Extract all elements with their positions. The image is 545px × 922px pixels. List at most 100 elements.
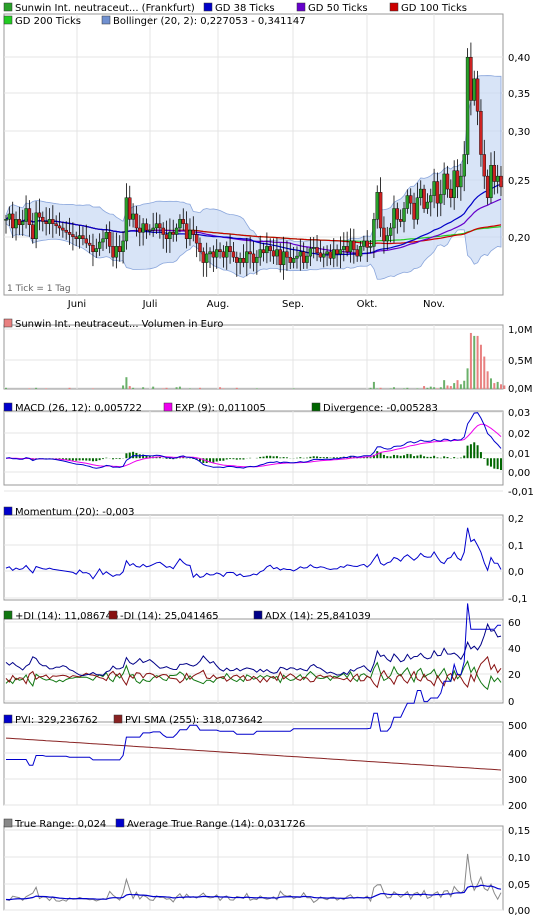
volume-bar xyxy=(376,388,378,389)
candle-body xyxy=(275,250,278,256)
candle-body xyxy=(486,176,489,198)
divergence-bar xyxy=(480,452,482,458)
volume-bar xyxy=(69,388,71,389)
volume-bar xyxy=(390,388,392,389)
y-tick-label: 0,05 xyxy=(508,880,530,891)
volume-bar xyxy=(450,386,452,389)
candle-body xyxy=(5,219,8,220)
candle-body xyxy=(219,250,222,252)
volume-bar xyxy=(222,388,224,389)
legend-label: Momentum (20): -0,003 xyxy=(15,507,134,518)
candle-body xyxy=(369,246,372,247)
divergence-bar xyxy=(470,444,472,458)
candle-body xyxy=(426,202,429,208)
legend-label: GD 100 Ticks xyxy=(401,3,467,14)
candle-body xyxy=(423,189,426,208)
candle-body xyxy=(436,182,439,204)
candle-body xyxy=(88,243,91,245)
y-tick-label: 0,03 xyxy=(508,408,530,419)
candle-body xyxy=(15,219,18,228)
candle-body xyxy=(466,57,469,154)
divergence-bar xyxy=(119,458,121,459)
divergence-bar xyxy=(269,456,271,458)
candle-body xyxy=(229,246,232,251)
candle-body xyxy=(105,232,108,238)
volume-bar xyxy=(406,388,408,389)
legend-label: -DI (14): 25,041465 xyxy=(120,611,219,622)
divergence-bar xyxy=(483,458,485,459)
candle-body xyxy=(51,219,54,223)
y-tick-label: 0,35 xyxy=(508,89,530,100)
divergence-bar xyxy=(323,457,325,458)
candle-body xyxy=(142,224,145,233)
volume-bar xyxy=(477,336,479,389)
candle-body xyxy=(118,246,121,251)
divergence-bar xyxy=(212,458,214,462)
divergence-bar xyxy=(236,458,238,459)
volume-bar xyxy=(179,387,181,389)
legend-swatch xyxy=(204,3,212,11)
volume-bar xyxy=(373,382,375,389)
volume-bar xyxy=(28,388,30,389)
x-tick-label: Juli xyxy=(142,299,158,310)
divergence-bar xyxy=(443,456,445,458)
candle-body xyxy=(58,226,61,228)
divergence-bar xyxy=(416,456,418,459)
divergence-bar xyxy=(386,456,388,458)
volume-bar xyxy=(236,388,238,389)
volume-bar xyxy=(45,388,47,389)
y-tick-label: 0,25 xyxy=(508,176,530,187)
x-tick-label: Nov. xyxy=(423,299,445,310)
legend-swatch xyxy=(4,16,12,24)
candle-body xyxy=(433,182,436,196)
candle-body xyxy=(292,258,295,262)
candle-body xyxy=(31,225,34,239)
legend-label: Average True Range (14): 0,031726 xyxy=(127,819,305,830)
divergence-bar xyxy=(433,456,435,458)
volume-bar xyxy=(470,333,472,389)
y-tick-label: 0,01 xyxy=(508,449,530,460)
volume-bar xyxy=(125,377,127,389)
candle-body xyxy=(165,234,168,238)
candle-body xyxy=(372,219,375,246)
volume-bar xyxy=(162,388,164,389)
candle-body xyxy=(162,228,165,234)
legend-label: EXP (9): 0,011005 xyxy=(175,403,266,414)
divergence-bar xyxy=(316,456,318,458)
candle-body xyxy=(496,176,499,181)
candle-body xyxy=(309,249,312,257)
candle-body xyxy=(359,246,362,256)
candle-body xyxy=(145,224,148,230)
y-tick-label: 0,10 xyxy=(508,853,530,864)
candle-body xyxy=(81,236,84,239)
volume-bar xyxy=(460,384,462,389)
legend-swatch xyxy=(164,403,172,411)
y-tick-label: 0,5M xyxy=(508,356,533,367)
legend-label: PVI SMA (255): 318,073642 xyxy=(125,715,263,726)
divergence-bar xyxy=(273,456,275,458)
candle-body xyxy=(45,222,48,224)
candle-body xyxy=(399,219,402,221)
y-tick-label: 60 xyxy=(508,618,521,629)
volume-bar xyxy=(440,387,442,389)
candle-body xyxy=(125,198,128,241)
candle-body xyxy=(115,246,118,257)
volume-bar xyxy=(416,388,418,389)
candle-body xyxy=(269,246,272,250)
divergence-bar xyxy=(299,457,301,458)
divergence-bar xyxy=(383,455,385,458)
candle-body xyxy=(322,254,325,257)
candle-body xyxy=(336,250,339,254)
divergence-bar xyxy=(229,458,231,459)
divergence-bar xyxy=(336,457,338,458)
candle-body xyxy=(182,219,185,223)
y-tick-label: 0,40 xyxy=(508,53,530,64)
legend-swatch xyxy=(297,3,305,11)
candle-body xyxy=(132,214,135,219)
volume-bar xyxy=(443,380,445,389)
candle-body xyxy=(202,252,205,263)
volume-bar xyxy=(219,387,221,389)
candle-body xyxy=(389,228,392,236)
tick-note: 1 Tick = 1 Tag xyxy=(7,284,71,294)
y-tick-label: 0,00 xyxy=(508,906,530,917)
